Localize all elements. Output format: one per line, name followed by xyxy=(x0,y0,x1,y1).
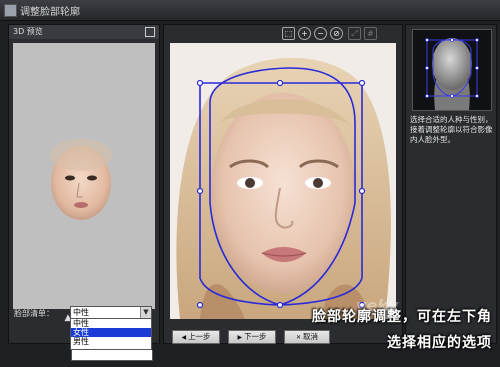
preview-header: 3D 预览 xyxy=(9,25,159,39)
zoom-in-icon[interactable]: + xyxy=(298,27,311,40)
back-button[interactable]: ◀ 上一步 xyxy=(172,330,220,344)
caption-line-1: 脸部轮廓调整，可在左下角 xyxy=(312,309,492,325)
guide-thumbnail xyxy=(412,29,492,111)
preview-title: 3D 预览 xyxy=(13,27,43,36)
face-list-value: 中性 xyxy=(73,308,89,317)
select-icon[interactable]: ⬚ xyxy=(282,27,295,40)
photo-toolbar: ⬚ + − ⊘ ⤢ # xyxy=(282,27,398,40)
face-photo[interactable] xyxy=(170,43,396,319)
preview-panel: 3D 预览 ▲ ✥ ⤢ xyxy=(8,24,160,344)
face-option-male[interactable]: 男性 xyxy=(71,337,151,346)
3d-head-icon xyxy=(413,30,491,110)
guide-panel: 选择合适的人种与性别，接着调整轮廓以符合影像内人脸外型。 xyxy=(405,24,497,344)
next-button[interactable]: ▶ 下一步 xyxy=(228,330,276,344)
3d-face-preview xyxy=(50,139,112,220)
cancel-button[interactable]: ✕ 取消 xyxy=(284,330,330,344)
chevron-down-icon[interactable]: ▼ xyxy=(140,307,151,318)
app-icon xyxy=(4,4,17,17)
face-photo-image xyxy=(170,43,396,319)
window-title: 调整脸部轮廓 xyxy=(20,7,80,18)
close-icon: ✕ xyxy=(295,334,302,341)
face-option-neutral[interactable]: 中性 xyxy=(71,319,151,328)
expand-icon[interactable] xyxy=(145,27,155,37)
guide-instruction: 选择合适的人种与性别，接着调整轮廓以符合影像内人脸外型。 xyxy=(410,115,493,144)
face-list-menu: 中性 女性 男性 xyxy=(70,318,153,361)
fit-icon[interactable]: ⤢ xyxy=(348,27,361,40)
3d-preview-viewport[interactable] xyxy=(13,43,155,309)
grid-icon[interactable]: # xyxy=(364,27,377,40)
face-option-female[interactable]: 女性 xyxy=(71,328,151,337)
title-bar: 调整脸部轮廓 xyxy=(0,0,500,21)
left-arrow-icon: ◀ xyxy=(181,334,187,341)
caption-line-2: 选择相应的选项 xyxy=(387,335,492,351)
zoom-out-icon[interactable]: − xyxy=(314,27,327,40)
face-list-label: 脸部清单： xyxy=(14,309,54,318)
right-arrow-icon: ▶ xyxy=(237,334,243,341)
reset-icon[interactable]: ⊘ xyxy=(330,27,343,40)
